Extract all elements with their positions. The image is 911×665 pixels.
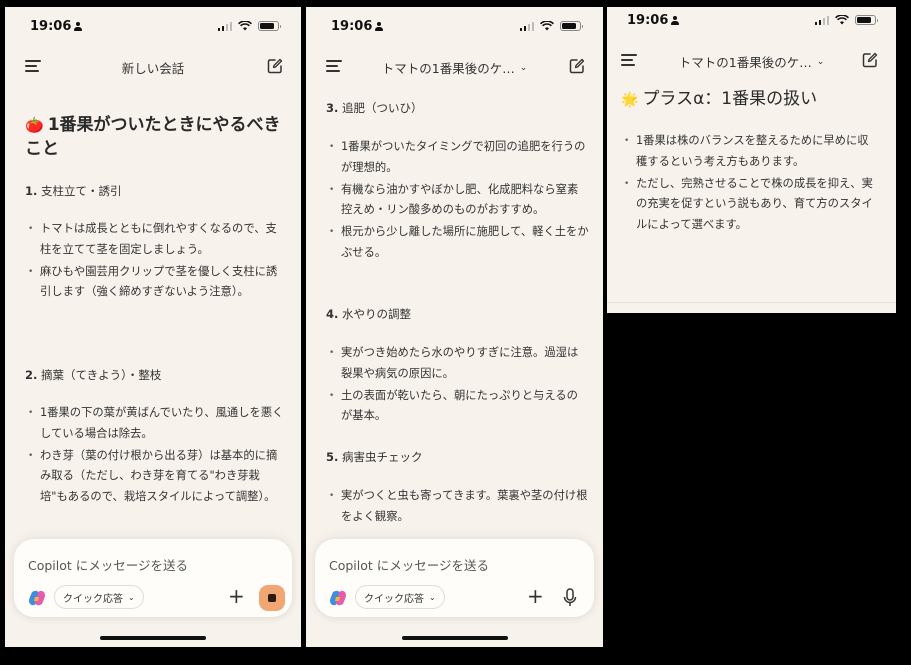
status-bar: 19:06 xyxy=(306,15,603,37)
menu-icon[interactable] xyxy=(25,60,41,72)
battery-icon xyxy=(855,15,878,25)
top-nav: 新しい会話 xyxy=(5,55,301,79)
list-item: 1番果は株のバランスを整えるために早めに収穫するという考え方もあります。 xyxy=(621,131,876,172)
status-bar: 19:06 xyxy=(607,9,896,31)
message-content: 🍅 1番果がついたときにやるべきこと xyxy=(25,113,287,161)
home-indicator xyxy=(401,636,508,640)
list-item: 有機なら油かすやぼかし肥、化成肥料なら窒素控えめ・リン酸多めのものがおすすめ。 xyxy=(326,180,589,221)
section-5: 5. 病害虫チェック xyxy=(326,449,589,465)
tomato-icon: 🍅 xyxy=(25,116,44,134)
signal-icon xyxy=(814,15,829,25)
message-composer: Copilot にメッセージを送る クイック応答 ⌄ + xyxy=(315,539,594,617)
phone-screen-2: 19:06 トマトの1番果後のケ…⌄ 3. 追肥（ついひ） 1番果がついたタイミ… xyxy=(306,7,603,647)
chevron-down-icon: ⌄ xyxy=(519,62,528,73)
section-1-list: トマトは成長とともに倒れやすくなるので、支柱を立てて茎を固定しましょう。 麻ひも… xyxy=(25,219,287,304)
message-composer: Copilot にメッセージを送る クイック応答 ⌄ + xyxy=(14,539,292,617)
conversation-title[interactable]: トマトの1番果後のケ… ⌄ xyxy=(679,52,825,71)
message-content: 🌟 プラスα：1番果の扱い xyxy=(621,87,882,112)
person-icon xyxy=(375,21,384,31)
status-time: 19:06 xyxy=(30,18,72,34)
home-indicator xyxy=(100,636,206,640)
menu-icon[interactable] xyxy=(621,54,637,66)
list-item: 土の表面が乾いたら、朝にたっぷりと与えるのが基本。 xyxy=(326,386,589,427)
message-input[interactable]: Copilot にメッセージを送る xyxy=(329,555,489,574)
answer-heading: 🍅 1番果がついたときにやるべきこと xyxy=(25,115,281,159)
section-heading: 2. 摘葉（てきよう）・整枝 xyxy=(25,368,162,382)
wifi-icon xyxy=(835,15,849,25)
list-item: 根元から少し離した場所に施肥して、軽く土をかぶせる。 xyxy=(326,222,589,263)
section-heading: 3. 追肥（ついひ） xyxy=(326,101,423,115)
signal-icon xyxy=(217,21,232,31)
phone-screen-1: 19:06 新しい会話 🍅 1番果がついたときにやるべきこと 1. 支柱立て・誘引… xyxy=(5,7,301,647)
chevron-down-icon: ⌄ xyxy=(816,56,825,67)
chevron-down-icon: ⌄ xyxy=(128,592,135,602)
section-4-list: 実がつき始めたら水のやりすぎに注意。過湿は裂果や病気の原因に。 土の表面が乾いた… xyxy=(326,343,589,428)
microphone-icon[interactable] xyxy=(563,588,577,608)
battery-icon xyxy=(560,21,583,31)
copilot-logo-icon[interactable] xyxy=(329,589,347,607)
status-time: 19:06 xyxy=(331,18,373,34)
section-2: 2. 摘葉（てきよう）・整枝 xyxy=(25,367,287,383)
section-1: 1. 支柱立て・誘引 xyxy=(25,183,287,199)
message-input[interactable]: Copilot にメッセージを送る xyxy=(28,555,188,574)
status-time: 19:06 xyxy=(627,12,669,28)
add-icon[interactable]: + xyxy=(527,584,544,608)
list-item: 1番果の下の葉が黄ばんでいたり、風通しを悪くしている場合は除去。 xyxy=(25,403,287,444)
answer-heading: 🌟 プラスα：1番果の扱い xyxy=(621,89,818,109)
person-icon xyxy=(74,21,83,31)
top-nav: トマトの1番果後のケ… ⌄ xyxy=(306,55,603,79)
section-4: 4. 水やりの調整 xyxy=(326,306,589,322)
section-3: 3. 追肥（ついひ） xyxy=(326,100,589,116)
sparkle-icon: 🌟 xyxy=(621,92,639,108)
list-item: トマトは成長とともに倒れやすくなるので、支柱を立てて茎を固定しましょう。 xyxy=(25,219,287,260)
copilot-logo-icon[interactable] xyxy=(28,589,46,607)
add-icon[interactable]: + xyxy=(228,584,245,608)
section-2-list: 1番果の下の葉が黄ばんでいたり、風通しを悪くしている場合は除去。 わき芽（葉の付… xyxy=(25,403,287,509)
compose-icon[interactable] xyxy=(569,58,585,74)
menu-icon[interactable] xyxy=(326,60,342,72)
plus-alpha-list: 1番果は株のバランスを整えるために早めに収穫するという考え方もあります。 ただし… xyxy=(621,131,876,237)
phone-screen-3: 19:06 トマトの1番果後のケ…⌄ 🌟プラスα：1番果の扱い 1番果は株のバラ… xyxy=(607,7,896,313)
wifi-icon xyxy=(540,21,554,31)
list-item: 1番果がついたタイミングで初回の追肥を行うのが理想的。 xyxy=(326,137,589,178)
stop-button[interactable] xyxy=(259,585,285,611)
chevron-down-icon: ⌄ xyxy=(429,592,436,602)
top-nav: トマトの1番果後のケ… ⌄ xyxy=(607,49,896,73)
list-item: 実がつき始めたら水のやりすぎに注意。過湿は裂果や病気の原因に。 xyxy=(326,343,589,384)
section-heading: 4. 水やりの調整 xyxy=(326,307,412,321)
conversation-title[interactable]: 新しい会話 xyxy=(122,58,185,77)
compose-icon[interactable] xyxy=(862,52,878,68)
stop-icon xyxy=(268,594,276,602)
section-heading: 1. 支柱立て・誘引 xyxy=(25,184,122,198)
section-3-list: 1番果がついたタイミングで初回の追肥を行うのが理想的。 有機なら油かすやぼかし肥… xyxy=(326,137,589,265)
quick-response-dropdown[interactable]: クイック応答 ⌄ xyxy=(355,585,445,609)
conversation-title[interactable]: トマトの1番果後のケ… ⌄ xyxy=(382,58,528,77)
list-item: 麻ひもや園芸用クリップで茎を優しく支柱に誘引します（強く締めすぎないよう注意）。 xyxy=(25,262,287,303)
list-item: わき芽（葉の付け根から出る芽）は基本的に摘み取る（ただし、わき芽を育てる"わき芽… xyxy=(25,446,287,508)
quick-response-dropdown[interactable]: クイック応答 ⌄ xyxy=(54,585,144,609)
signal-icon xyxy=(519,21,534,31)
battery-icon xyxy=(258,21,281,31)
wifi-icon xyxy=(238,21,252,31)
person-icon xyxy=(671,15,680,25)
status-bar: 19:06 xyxy=(5,15,301,37)
list-item: ただし、完熟させることで株の成長を抑え、実の充実を促すという説もあり、育て方のス… xyxy=(621,174,876,236)
section-heading: 5. 病害虫チェック xyxy=(326,450,423,464)
compose-icon[interactable] xyxy=(267,58,283,74)
divider xyxy=(607,302,896,303)
